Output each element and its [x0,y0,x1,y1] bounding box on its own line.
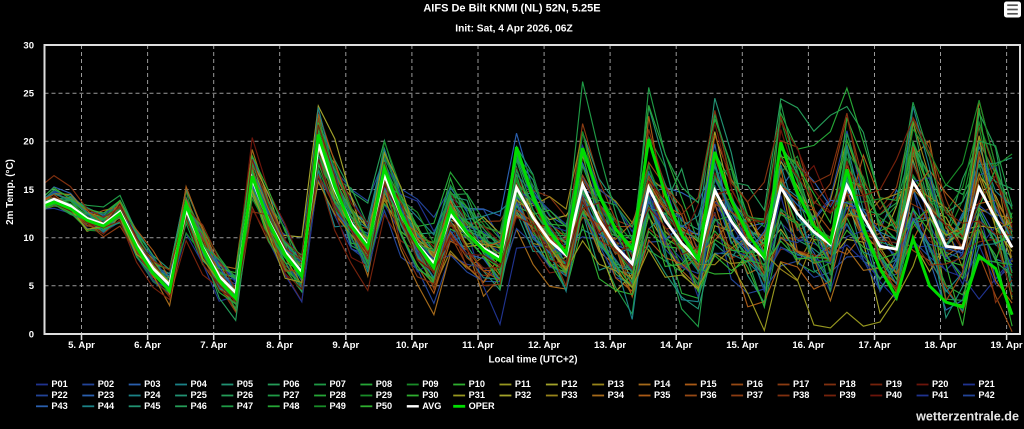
svg-text:P16: P16 [747,379,763,389]
svg-text:5. Apr: 5. Apr [68,340,95,351]
svg-text:wetterzentrale.de: wetterzentrale.de [915,410,1019,424]
svg-text:P13: P13 [608,379,624,389]
svg-text:0: 0 [29,329,34,340]
svg-text:AIFS De Bilt KNMI (NL) 52N, 5.: AIFS De Bilt KNMI (NL) 52N, 5.25E [423,3,600,15]
svg-text:P05: P05 [237,379,253,389]
svg-text:P29: P29 [376,390,392,400]
svg-text:P11: P11 [515,379,531,389]
svg-text:P01: P01 [51,379,67,389]
svg-text:2m Temp. (°C): 2m Temp. (°C) [5,159,16,225]
svg-text:P42: P42 [978,390,994,400]
svg-text:P21: P21 [978,379,994,389]
svg-text:7. Apr: 7. Apr [200,340,227,351]
svg-text:P23: P23 [98,390,114,400]
svg-text:P47: P47 [237,401,253,411]
svg-text:P49: P49 [330,401,346,411]
svg-text:10: 10 [23,233,34,244]
svg-text:P41: P41 [932,390,948,400]
svg-text:P17: P17 [793,379,809,389]
svg-text:15: 15 [23,185,34,196]
svg-text:P25: P25 [191,390,207,400]
svg-text:P19: P19 [886,379,902,389]
svg-text:P02: P02 [98,379,114,389]
svg-text:9. Apr: 9. Apr [332,340,359,351]
svg-text:P24: P24 [144,390,161,400]
svg-text:P20: P20 [932,379,948,389]
svg-text:14. Apr: 14. Apr [660,340,692,351]
svg-text:P22: P22 [51,390,67,400]
svg-text:P26: P26 [237,390,253,400]
svg-text:30: 30 [23,40,34,51]
svg-text:P28: P28 [330,390,346,400]
svg-text:P09: P09 [422,379,438,389]
svg-text:Init: Sat, 4 Apr 2026, 06Z: Init: Sat, 4 Apr 2026, 06Z [455,24,572,35]
svg-text:P07: P07 [330,379,346,389]
svg-text:Local time (UTC+2): Local time (UTC+2) [488,354,577,365]
svg-text:P03: P03 [144,379,160,389]
svg-text:P10: P10 [469,379,485,389]
svg-text:AVG: AVG [422,401,441,411]
svg-text:25: 25 [23,89,34,100]
svg-text:P35: P35 [654,390,670,400]
svg-text:11. Apr: 11. Apr [462,340,494,351]
svg-text:P40: P40 [886,390,902,400]
svg-text:10. Apr: 10. Apr [396,340,428,351]
svg-text:OPER: OPER [469,401,495,411]
svg-text:17. Apr: 17. Apr [858,340,890,351]
svg-text:20: 20 [23,137,34,148]
svg-text:P31: P31 [469,390,485,400]
svg-text:P33: P33 [561,390,577,400]
svg-text:P04: P04 [191,379,208,389]
svg-text:P50: P50 [376,401,392,411]
svg-text:P18: P18 [839,379,855,389]
svg-text:P12: P12 [561,379,577,389]
svg-text:P37: P37 [747,390,763,400]
svg-text:P14: P14 [654,379,671,389]
svg-text:P08: P08 [376,379,392,389]
svg-text:P34: P34 [608,390,625,400]
svg-text:P46: P46 [191,401,207,411]
svg-text:P43: P43 [51,401,67,411]
svg-text:13. Apr: 13. Apr [594,340,626,351]
svg-text:19. Apr: 19. Apr [991,340,1023,351]
svg-text:P45: P45 [144,401,160,411]
svg-text:8. Apr: 8. Apr [266,340,293,351]
svg-text:P32: P32 [515,390,531,400]
svg-text:5: 5 [29,281,35,292]
svg-text:P15: P15 [700,379,716,389]
svg-text:P44: P44 [98,401,115,411]
svg-text:P06: P06 [283,379,299,389]
svg-text:18. Apr: 18. Apr [924,340,956,351]
svg-text:P36: P36 [700,390,716,400]
svg-text:P48: P48 [283,401,299,411]
svg-text:P30: P30 [422,390,438,400]
svg-text:12. Apr: 12. Apr [528,340,560,351]
svg-text:P27: P27 [283,390,299,400]
svg-text:15. Apr: 15. Apr [726,340,758,351]
svg-text:16. Apr: 16. Apr [792,340,824,351]
svg-text:P38: P38 [793,390,809,400]
svg-text:6. Apr: 6. Apr [134,340,161,351]
svg-text:P39: P39 [839,390,855,400]
